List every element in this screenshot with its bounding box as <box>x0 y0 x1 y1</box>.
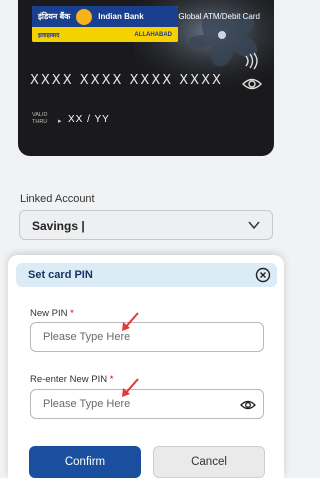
bank-name-hindi: इंडियन बैंक <box>38 12 71 21</box>
bank-name: Indian Bank <box>98 12 144 21</box>
eye-icon[interactable] <box>240 399 256 411</box>
valid-label-line2: THRU <box>32 119 48 125</box>
reenter-pin-input[interactable] <box>30 389 264 419</box>
cancel-button[interactable]: Cancel <box>153 446 265 478</box>
chevron-down-icon <box>248 221 260 230</box>
bank-logo: इंडियन बैंक Indian Bank इलाहाबाद ALLAHAB… <box>32 6 178 42</box>
linked-account-select[interactable]: Savings | <box>19 210 273 240</box>
new-pin-input[interactable] <box>30 322 264 352</box>
valid-thru-label: VALID THRU <box>32 112 48 126</box>
card-type: Global ATM/Debit Card <box>178 12 260 21</box>
confirm-button[interactable]: Confirm <box>29 446 141 478</box>
bank-sub-right: ALLAHABAD <box>134 31 172 38</box>
set-pin-sheet: Set card PIN New PIN * Re-enter New PIN … <box>8 255 284 478</box>
card-number: XXXX XXXX XXXX XXXX <box>30 73 223 88</box>
valid-thru-value: XX / YY <box>68 114 110 125</box>
eye-icon[interactable] <box>242 76 262 92</box>
close-icon[interactable] <box>255 267 271 283</box>
sheet-title: Set card PIN <box>28 269 93 281</box>
sheet-header: Set card PIN <box>16 263 277 287</box>
arrow-icon <box>122 378 139 397</box>
new-pin-label: New PIN * <box>30 308 74 319</box>
caret-right-icon: ▸ <box>58 118 62 125</box>
reenter-pin-label: Re-enter New PIN * <box>30 374 113 385</box>
valid-label-line1: VALID <box>32 112 48 118</box>
new-pin-label-text: New PIN <box>30 308 68 319</box>
bank-sub-left: इलाहाबाद <box>38 32 60 39</box>
reenter-pin-label-text: Re-enter New PIN <box>30 374 108 385</box>
bank-emblem-icon <box>76 8 93 25</box>
nfc-icon <box>245 52 258 70</box>
linked-account-label: Linked Account <box>20 193 95 205</box>
debit-card: इंडियन बैंक Indian Bank इलाहाबाद ALLAHAB… <box>18 0 274 156</box>
linked-account-value: Savings | <box>32 219 85 233</box>
arrow-icon <box>122 312 139 331</box>
required-mark: * <box>70 308 74 319</box>
required-mark: * <box>109 374 114 385</box>
